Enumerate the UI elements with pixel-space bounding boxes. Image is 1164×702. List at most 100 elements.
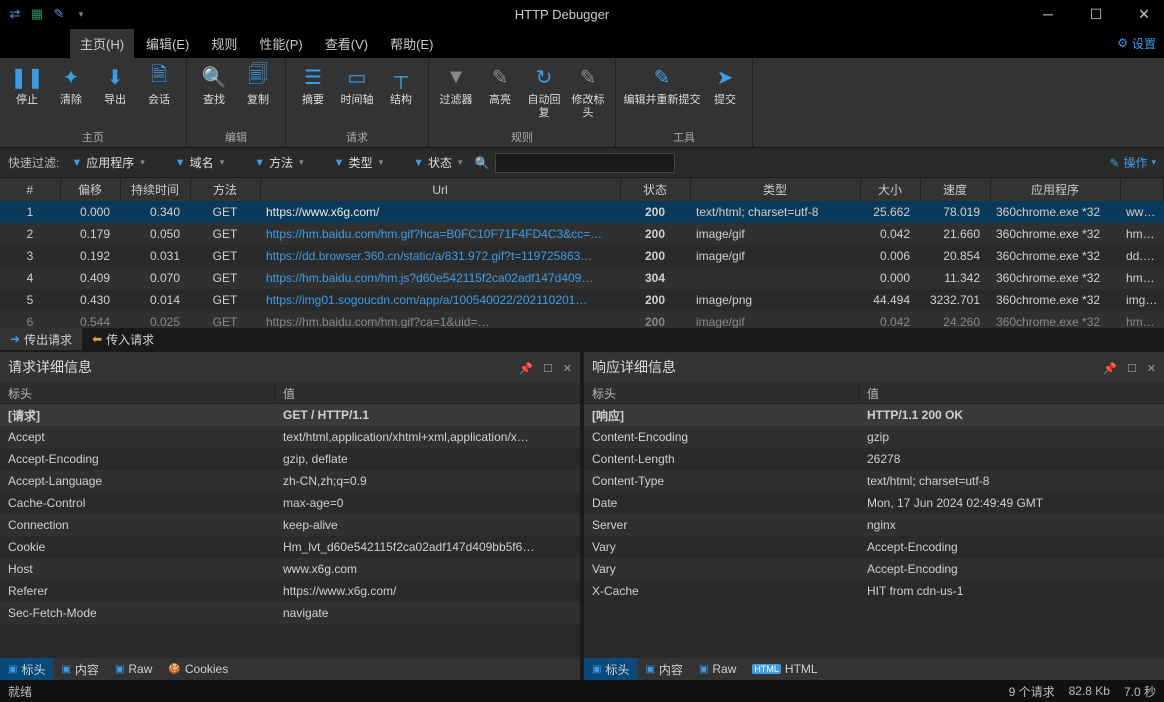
response-headers-list[interactable]: [响应]HTTP/1.1 200 OKContent-EncodinggzipC… [584,404,1164,658]
header-row[interactable]: Refererhttps://www.x6g.com/ [0,580,580,602]
ribbon-button-copy[interactable]: 🗐复制 [237,62,279,127]
ribbon-button-broom[interactable]: ✦清除 [50,62,92,127]
menu-tab[interactable]: 编辑(E) [136,29,199,58]
filter-dropdown[interactable]: ▼应用程序▾ [71,154,144,171]
panel-tab[interactable]: 🍪Cookies [160,658,236,680]
ribbon-button-submit[interactable]: ➤提交 [704,62,746,127]
ribbon-button-find[interactable]: 🔍查找 [193,62,235,127]
pin-icon[interactable]: 📌 [1103,363,1117,375]
grid-column-header[interactable]: 方法 [190,178,260,201]
header-row[interactable]: CookieHm_lvt_d60e542115f2ca02adf147d409b… [0,536,580,558]
header-row[interactable]: DateMon, 17 Jun 2024 02:49:49 GMT [584,492,1164,514]
qat-excel-icon[interactable]: ▦ [28,5,46,23]
header-row[interactable]: Cache-Controlmax-age=0 [0,492,580,514]
search-input[interactable] [495,153,675,173]
ribbon-button-autoreply[interactable]: ↻自动回复 [523,62,565,127]
ribbon-button-modheader[interactable]: ✎修改标头 [567,62,609,127]
panel-tab[interactable]: HTMLHTML [744,658,825,680]
header-key: Host [0,562,275,576]
settings-button[interactable]: ⚙ 设置 [1117,35,1156,52]
grid-column-header[interactable] [1120,178,1164,201]
grid-column-header[interactable]: 应用程序 [990,178,1120,201]
filter-dropdown[interactable]: ▼方法▾ [254,154,303,171]
qat-swap-icon[interactable]: ⇄ [6,5,24,23]
request-headers-list[interactable]: [请求]GET / HTTP/1.1Accepttext/html,applic… [0,404,580,658]
panel-tab[interactable]: ▣内容 [637,658,690,680]
header-row[interactable]: Accepttext/html,application/xhtml+xml,ap… [0,426,580,448]
header-row[interactable]: VaryAccept-Encoding [584,536,1164,558]
menu-tab[interactable]: 主页(H) [70,29,134,58]
header-row[interactable]: Hostwww.x6g.com [0,558,580,580]
grid-column-header[interactable]: 持续时间 [120,178,190,201]
header-value: Mon, 17 Jun 2024 02:49:49 GMT [859,496,1164,510]
ribbon-button-structure[interactable]: ┬结构 [380,62,422,127]
request-grid[interactable]: #偏移持续时间方法Url状态类型大小速度应用程序 10.0000.340GETh… [0,178,1164,328]
grid-column-header[interactable]: 类型 [690,178,860,201]
cell: 0.006 [860,245,920,267]
pin-icon[interactable]: 📌 [519,363,533,375]
operations-button[interactable]: ✎ 操作 ▾ [1109,154,1156,171]
minimize-button[interactable]: ─ [1034,6,1062,23]
menu-tab[interactable]: 查看(V) [315,29,378,58]
grid-column-header[interactable]: 速度 [920,178,990,201]
table-row[interactable]: 50.4300.014GEThttps://img01.sogoucdn.com… [0,289,1164,311]
panel-tab[interactable]: ▣Raw [107,658,160,680]
header-row[interactable]: Sec-Fetch-Modenavigate [0,602,580,624]
menu-tab[interactable]: 性能(P) [249,29,312,58]
ribbon-button-export[interactable]: ⬇导出 [94,62,136,127]
qat-dropdown-icon[interactable]: ▾ [72,5,90,23]
ribbon-button-filter[interactable]: ▼过滤器 [435,62,477,127]
close-panel-icon[interactable]: ✕ [563,363,572,375]
grid-column-header[interactable]: 偏移 [60,178,120,201]
panel-tab[interactable]: ▣Raw [691,658,744,680]
ribbon-group-label: 规则 [435,127,609,145]
filter-dropdown[interactable]: ▼状态▾ [413,154,462,171]
search-icon[interactable]: 🔍 [475,156,490,170]
panel-tab[interactable]: ▣内容 [53,658,106,680]
cell: https://hm.baidu.com/hm.js?d60e542115f2c… [260,267,620,289]
grid-column-header[interactable]: 状态 [620,178,690,201]
header-row[interactable]: Content-Typetext/html; charset=utf-8 [584,470,1164,492]
header-row[interactable]: Accept-Encodinggzip, deflate [0,448,580,470]
header-row[interactable]: Connectionkeep-alive [0,514,580,536]
header-row[interactable]: [响应]HTTP/1.1 200 OK [584,404,1164,426]
direction-tab[interactable]: ➜传出请求 [0,328,82,350]
qat-brush-icon[interactable]: ✎ [50,5,68,23]
response-col-val: 值 [859,382,887,403]
close-panel-icon[interactable]: ✕ [1147,363,1156,375]
direction-tab[interactable]: ⬅传入请求 [82,328,164,350]
ribbon-button-editresend[interactable]: ✎编辑并重新提交 [622,62,702,127]
header-row[interactable]: VaryAccept-Encoding [584,558,1164,580]
ribbon-button-highlight[interactable]: ✎高亮 [479,62,521,127]
table-row[interactable]: 30.1920.031GEThttps://dd.browser.360.cn/… [0,245,1164,267]
ribbon-button-pause[interactable]: ❚❚停止 [6,62,48,127]
maximize-panel-icon[interactable]: ☐ [543,363,553,375]
header-row[interactable]: Servernginx [584,514,1164,536]
panel-tab[interactable]: ▣标头 [584,658,637,680]
header-key: [请求] [0,407,275,424]
header-row[interactable]: [请求]GET / HTTP/1.1 [0,404,580,426]
table-row[interactable]: 20.1790.050GEThttps://hm.baidu.com/hm.gi… [0,223,1164,245]
close-button[interactable]: ✕ [1130,6,1158,23]
maximize-panel-icon[interactable]: ☐ [1127,363,1137,375]
table-row[interactable]: 60.5440.025GEThttps://hm.baidu.com/hm.gi… [0,311,1164,328]
menu-tab[interactable]: 规则 [201,29,247,58]
menu-tab[interactable]: 帮助(E) [380,29,443,58]
header-row[interactable]: X-CacheHIT from cdn-us-1 [584,580,1164,602]
header-row[interactable]: Accept-Languagezh-CN,zh;q=0.9 [0,470,580,492]
grid-column-header[interactable]: # [0,178,60,201]
table-row[interactable]: 10.0000.340GEThttps://www.x6g.com/200tex… [0,201,1164,223]
ribbon-button-session[interactable]: 🗎会话 [138,62,180,127]
table-row[interactable]: 40.4090.070GEThttps://hm.baidu.com/hm.js… [0,267,1164,289]
grid-column-header[interactable]: Url [260,178,620,201]
header-row[interactable]: Content-Encodinggzip [584,426,1164,448]
ribbon-button-summary[interactable]: ☰摘要 [292,62,334,127]
panel-tab[interactable]: ▣标头 [0,658,53,680]
header-row[interactable]: Content-Length26278 [584,448,1164,470]
tab-label: 传出请求 [24,331,72,348]
ribbon-button-timeline[interactable]: ▭时间轴 [336,62,378,127]
grid-column-header[interactable]: 大小 [860,178,920,201]
filter-dropdown[interactable]: ▼域名▾ [175,154,224,171]
filter-dropdown[interactable]: ▼类型▾ [334,154,383,171]
maximize-button[interactable]: ☐ [1082,6,1110,23]
